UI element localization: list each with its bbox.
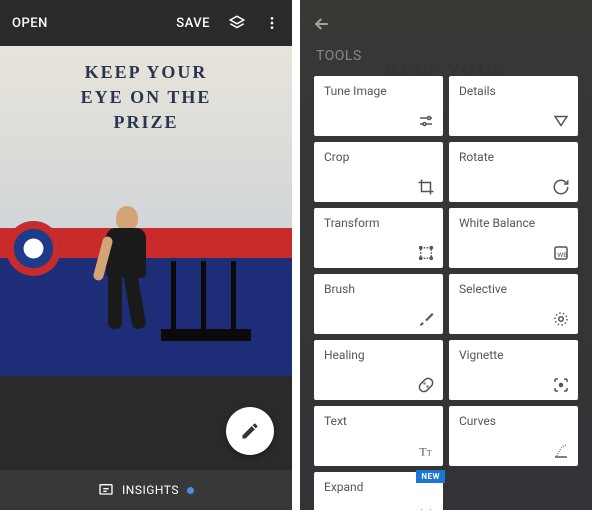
expand-icon <box>417 508 435 510</box>
layers-icon[interactable] <box>228 14 246 32</box>
details-icon <box>552 112 570 130</box>
tool-selective[interactable]: Selective <box>449 274 578 334</box>
tool-white-balance[interactable]: White Balance WB <box>449 208 578 268</box>
tool-label: Crop <box>324 150 433 164</box>
open-button[interactable]: OPEN <box>12 16 48 31</box>
tool-label: Healing <box>324 348 433 362</box>
save-button[interactable]: SAVE <box>176 16 210 31</box>
tool-curves[interactable]: Curves <box>449 406 578 466</box>
tool-label: Brush <box>324 282 433 296</box>
pencil-icon <box>240 421 260 441</box>
tool-label: Transform <box>324 216 433 230</box>
svg-text:WB: WB <box>557 251 567 259</box>
photo-overlay-text: KEEP YOUR EYE ON THE PRIZE <box>81 60 212 136</box>
curves-icon <box>552 442 570 460</box>
text-icon: TT <box>417 442 435 460</box>
tools-grid: Tune Image Details Crop Rotate Transform… <box>300 76 592 510</box>
tool-crop[interactable]: Crop <box>314 142 443 202</box>
wb-icon: WB <box>552 244 570 262</box>
tool-label: White Balance <box>459 216 568 230</box>
transform-icon <box>417 244 435 262</box>
tool-details[interactable]: Details <box>449 76 578 136</box>
tool-brush[interactable]: Brush <box>314 274 443 334</box>
tool-transform[interactable]: Transform <box>314 208 443 268</box>
tool-label: Vignette <box>459 348 568 362</box>
rotate-icon <box>552 178 570 196</box>
tool-label: Rotate <box>459 150 568 164</box>
brush-icon <box>417 310 435 328</box>
edit-fab[interactable] <box>226 407 274 455</box>
photo-canvas[interactable]: KEEP YOUR EYE ON THE PRIZE <box>0 46 292 376</box>
editor-screen: OPEN SAVE KEEP YOUR EYE ON THE PRIZE <box>0 0 292 510</box>
vignette-icon <box>552 376 570 394</box>
tool-label: Text <box>324 414 433 428</box>
more-icon[interactable] <box>264 15 280 31</box>
notification-dot <box>187 487 194 494</box>
tool-label: Details <box>459 84 568 98</box>
tool-healing[interactable]: Healing <box>314 340 443 400</box>
insights-icon <box>98 482 114 498</box>
tune-icon <box>417 112 435 130</box>
sled-equipment <box>161 261 251 341</box>
tool-label: Curves <box>459 414 568 428</box>
top-bar: OPEN SAVE <box>0 0 292 46</box>
person-figure <box>96 206 166 336</box>
selective-icon <box>552 310 570 328</box>
tool-tune-image[interactable]: Tune Image <box>314 76 443 136</box>
new-badge: NEW <box>416 470 445 483</box>
tool-text[interactable]: Text TT <box>314 406 443 466</box>
tool-label: Selective <box>459 282 568 296</box>
gym-logo <box>6 221 61 276</box>
tool-vignette[interactable]: Vignette <box>449 340 578 400</box>
insights-button[interactable]: INSIGHTS <box>122 483 179 497</box>
bottom-bar: INSIGHTS <box>0 470 292 510</box>
healing-icon <box>417 376 435 394</box>
tools-screen: KEEP YOUR EYE ON THE PRIZE TOOLS Tune Im… <box>300 0 592 510</box>
tool-label: Tune Image <box>324 84 433 98</box>
tool-rotate[interactable]: Rotate <box>449 142 578 202</box>
svg-text:T: T <box>427 449 432 458</box>
crop-icon <box>417 178 435 196</box>
tool-expand[interactable]: Expand NEW <box>314 472 443 510</box>
